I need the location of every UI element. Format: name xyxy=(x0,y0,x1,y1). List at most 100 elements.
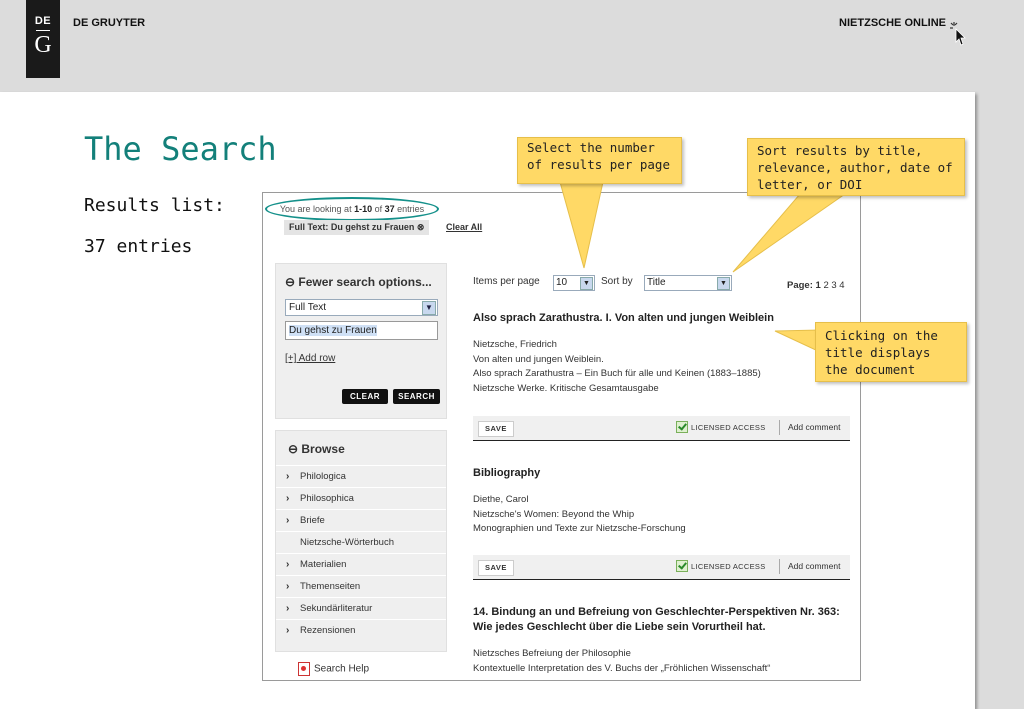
save-button[interactable]: SAVE xyxy=(478,560,514,576)
browse-item-label: Philologica xyxy=(300,471,346,482)
add-comment-link[interactable]: Add comment xyxy=(788,561,840,571)
divider xyxy=(779,559,780,574)
divider xyxy=(779,420,780,435)
looking-prefix: You are looking at xyxy=(279,204,355,214)
cursor-click-icon xyxy=(950,22,966,46)
chevron-right-icon: › xyxy=(286,471,290,482)
browse-item-themenseiten[interactable]: › Themenseiten xyxy=(276,575,446,597)
logo-top-text: DE xyxy=(34,15,52,27)
active-filter-chip[interactable]: Full Text: Du gehst zu Frauen ⊗ xyxy=(284,220,430,235)
fewer-search-options-toggle[interactable]: ⊖ Fewer search options... xyxy=(285,275,432,289)
chevron-right-icon: › xyxy=(286,493,290,504)
search-help-link[interactable]: Search Help xyxy=(298,662,369,676)
save-button[interactable]: SAVE xyxy=(478,421,514,437)
results-range-indicator: You are looking at 1-10 of 37 entries xyxy=(265,197,439,221)
browse-item-sekundaerliteratur[interactable]: › Sekundärliteratur xyxy=(276,597,446,619)
license-check-icon xyxy=(676,560,688,572)
entries-count-label: 37 entries xyxy=(84,236,193,257)
chevron-down-icon[interactable]: ▼ xyxy=(717,277,730,290)
result-action-bar: SAVE LICENSED ACCESS Add comment xyxy=(473,416,850,441)
logo-bottom-text: G xyxy=(34,32,52,58)
result-title-link[interactable]: Also sprach Zarathustra. I. Von alten un… xyxy=(473,311,850,326)
result-detail: Nietzsche Werke. Kritische Gesamtausgabe xyxy=(473,382,659,394)
browse-item-philologica[interactable]: › Philologica xyxy=(276,465,446,487)
result-detail: Von alten und jungen Weiblein. xyxy=(473,353,604,365)
search-query-value: Du gehst zu Frauen xyxy=(289,325,377,336)
result-title-link[interactable]: Bibliography xyxy=(473,466,850,481)
search-button[interactable]: SEARCH xyxy=(393,389,440,404)
result-detail: Monographien und Texte zur Nietzsche-For… xyxy=(473,523,686,534)
result-detail: Kontextuelle Interpretation des V. Buchs… xyxy=(473,662,771,674)
pdf-icon xyxy=(298,662,310,676)
sort-by-value: Title xyxy=(647,277,666,288)
brand-name: DE GRUYTER xyxy=(73,17,146,29)
looking-total: 37 xyxy=(384,204,395,214)
page-current[interactable]: 1 xyxy=(816,280,821,291)
callout-title-click: Clicking on the title displays the docum… xyxy=(815,322,967,382)
browse-item-label: Rezensionen xyxy=(300,625,356,636)
browse-toggle[interactable]: ⊖ Browse xyxy=(288,442,345,456)
licensed-access-label: LICENSED ACCESS xyxy=(691,423,766,432)
clear-button[interactable]: CLEAR xyxy=(342,389,388,404)
chevron-right-icon: › xyxy=(286,625,290,636)
result-author: Diethe, Carol xyxy=(473,494,529,505)
browse-panel: ⊖ Browse › Philologica › Philosophica › Bri… xyxy=(275,430,447,652)
licensed-access-label: LICENSED ACCESS xyxy=(691,562,766,571)
result-detail: Nietzsches Befreiung der Philosophie xyxy=(473,648,631,659)
callout-per-page: Select the number of results per page xyxy=(517,137,682,184)
browse-item-label: Themenseiten xyxy=(300,581,361,592)
result-detail: Also sprach Zarathustra – Ein Buch für a… xyxy=(473,368,761,379)
chevron-right-icon: › xyxy=(286,603,290,614)
result-author: Nietzsche, Friedrich xyxy=(473,339,557,350)
search-field-select[interactable]: Full Text ▼ xyxy=(285,299,438,316)
chevron-right-icon: › xyxy=(286,559,290,570)
looking-mid: of xyxy=(372,204,385,214)
browse-item-label: Nietzsche-Wörterbuch xyxy=(300,537,394,548)
browse-item-briefe[interactable]: › Briefe xyxy=(276,509,446,531)
looking-range: 1-10 xyxy=(354,204,373,214)
results-list-label: Results list: xyxy=(84,195,225,216)
search-results-screenshot: You are looking at 1-10 of 37 entries Fu… xyxy=(262,192,861,681)
browse-item-rezensionen[interactable]: › Rezensionen xyxy=(276,619,446,641)
items-per-page-label: Items per page xyxy=(473,276,540,287)
sort-by-label: Sort by xyxy=(601,276,633,287)
page-label: Page: xyxy=(787,280,813,291)
add-comment-link[interactable]: Add comment xyxy=(788,422,840,432)
slide-title: The Search xyxy=(84,130,277,168)
browse-list: › Philologica › Philosophica › Briefe Nietz… xyxy=(276,465,446,641)
result-detail: Nietzsche's Women: Beyond the Whip xyxy=(473,508,635,520)
items-per-page-select[interactable]: 10 ▼ xyxy=(553,275,595,291)
looking-suffix: entries xyxy=(394,204,425,214)
add-row-link[interactable]: [+] Add row xyxy=(285,353,335,364)
search-field-value: Full Text xyxy=(289,302,327,313)
sort-by-select[interactable]: Title ▼ xyxy=(644,275,732,291)
browse-item-nietzsche-woerterbuch[interactable]: Nietzsche-Wörterbuch xyxy=(276,531,446,553)
chevron-down-icon[interactable]: ▼ xyxy=(580,277,593,290)
license-check-icon xyxy=(676,421,688,433)
chevron-right-icon: › xyxy=(286,515,290,526)
result-title-link[interactable]: 14. Bindung an und Befreiung von Geschle… xyxy=(473,605,850,635)
browse-item-label: Philosophica xyxy=(300,493,354,504)
result-action-bar: SAVE LICENSED ACCESS Add comment xyxy=(473,555,850,580)
product-name: NIETZSCHE ONLINE xyxy=(839,17,946,29)
browse-item-label: Briefe xyxy=(300,515,325,526)
browse-item-label: Sekundärliteratur xyxy=(300,603,373,614)
de-gruyter-logo[interactable]: DE G xyxy=(26,0,60,78)
items-per-page-value: 10 xyxy=(556,277,568,288)
result-item: 14. Bindung an und Befreiung von Geschle… xyxy=(473,605,850,676)
result-item: Bibliography Diethe, Carol Nietzsche's W… xyxy=(473,466,850,537)
search-options-panel: ⊖ Fewer search options... Full Text ▼ Du… xyxy=(275,263,447,419)
clear-all-link[interactable]: Clear All xyxy=(446,222,482,232)
browse-item-philosophica[interactable]: › Philosophica xyxy=(276,487,446,509)
pagination: Page: 1 2 3 4 xyxy=(787,280,845,291)
chevron-right-icon: › xyxy=(286,581,290,592)
result-item: Also sprach Zarathustra. I. Von alten un… xyxy=(473,311,850,396)
page-links[interactable]: 2 3 4 xyxy=(823,280,844,291)
search-query-input[interactable]: Du gehst zu Frauen xyxy=(285,321,438,340)
chevron-down-icon[interactable]: ▼ xyxy=(422,301,436,315)
search-help-label: Search Help xyxy=(314,663,370,675)
logo-divider xyxy=(36,30,50,31)
callout-sort: Sort results by title, relevance, author… xyxy=(747,138,965,196)
browse-item-materialien[interactable]: › Materialien xyxy=(276,553,446,575)
browse-item-label: Materialien xyxy=(300,559,347,570)
